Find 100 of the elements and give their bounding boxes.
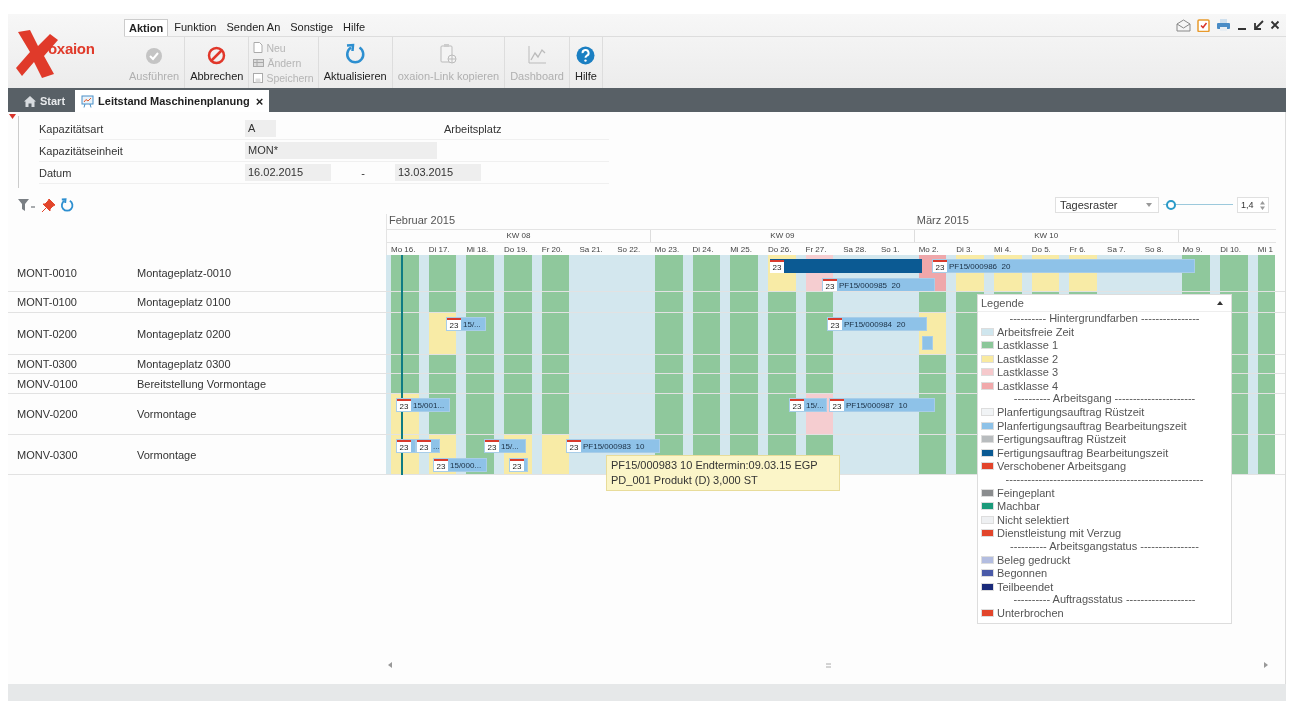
- legend-label: Arbeitsfreie Zeit: [997, 326, 1075, 339]
- task-label: PF15/000986 20: [948, 261, 1011, 271]
- day-header: Fr 20.: [540, 244, 564, 255]
- restore-icon[interactable]: [1253, 19, 1264, 31]
- resource-id: MONV-0300: [16, 448, 79, 461]
- tooltip-text: PD_001 Produkt (D) 3,000 ST: [611, 473, 759, 488]
- menu-tab[interactable]: Sonstige: [286, 19, 338, 36]
- legend-label: Planfertigungsauftrag Bearbeitungszeit: [997, 419, 1187, 432]
- month-label: Februar 2015: [389, 214, 456, 226]
- cancel-icon: [207, 46, 227, 65]
- refresh-icon[interactable]: [60, 198, 74, 212]
- day-header: Mi 1: [1256, 244, 1274, 255]
- legend-label: Feingeplant: [997, 486, 1055, 499]
- slider-handle[interactable]: [1166, 200, 1177, 210]
- month-label: März 2015: [916, 214, 969, 226]
- task-bar[interactable]: 23 PF15/000984 20: [827, 317, 927, 331]
- legend-label: Lastklasse 3: [997, 366, 1059, 379]
- day-header: Mo 2.: [917, 244, 940, 255]
- resource-name: Montageplatz 0300: [137, 358, 231, 370]
- task-bar[interactable]: 23 PF15/000986 20: [932, 259, 1195, 273]
- task-label: PF15/000985 20: [838, 280, 901, 290]
- table-edit-icon: [253, 57, 265, 68]
- resource-name: Montageplatz 0200: [137, 327, 231, 340]
- task-label: 15/000...: [449, 460, 482, 470]
- calendar-icon: 23: [485, 440, 499, 452]
- menu-tab[interactable]: Aktion: [124, 19, 169, 36]
- menu-tab[interactable]: Senden An: [222, 19, 285, 36]
- calendar-icon: 23: [434, 459, 448, 471]
- day-header: Mo 23.: [653, 244, 681, 255]
- filter-dropdown-icon[interactable]: [18, 198, 37, 212]
- checkmark-icon: [145, 47, 164, 65]
- task-bar[interactable]: 23 15/000...: [433, 458, 487, 472]
- scroll-right-icon[interactable]: [1264, 662, 1268, 668]
- day-header: Sa 21.: [578, 244, 604, 255]
- scroll-left-icon[interactable]: [388, 662, 392, 668]
- dropdown-caret-icon: [1146, 203, 1152, 207]
- day-header: So 22.: [616, 244, 642, 255]
- week-header: KW 08: [387, 230, 651, 242]
- document-tab[interactable]: Start: [18, 90, 72, 112]
- day-header: Sa 7.: [1106, 244, 1127, 255]
- mail-icon[interactable]: [1176, 18, 1191, 32]
- scroll-grip-icon[interactable]: [825, 662, 831, 668]
- close-icon[interactable]: [1270, 19, 1280, 31]
- task-label: 15/...: [500, 441, 519, 451]
- resource-name: Montageplatz-0010: [137, 267, 232, 279]
- clipboard-icon[interactable]: [1197, 18, 1210, 32]
- spinner-arrows-icon: [1260, 200, 1265, 210]
- resource-name: Vormontage: [137, 448, 197, 461]
- document-tab[interactable]: Leitstand Maschinenplanung ×: [75, 90, 270, 112]
- input-field[interactable]: MON*: [245, 142, 437, 159]
- line-chart-icon: [527, 45, 548, 65]
- legend-label: Dienstleistung mit Verzug: [997, 527, 1122, 539]
- task-bar[interactable]: 23 15/...: [484, 439, 526, 453]
- calendar-icon: 23: [397, 399, 411, 411]
- legend-label: Fertigungsauftrag Rüstzeit: [997, 433, 1126, 446]
- week-header: KW 09: [650, 230, 915, 242]
- field-label: Datum: [39, 166, 73, 179]
- zoom-spinner[interactable]: 1,4: [1237, 197, 1269, 213]
- task-bar[interactable]: 23: [396, 439, 416, 453]
- task-bar[interactable]: 23: [770, 259, 922, 273]
- task-label: 15/...: [805, 400, 824, 410]
- task-bar[interactable]: 23 PF15/000983 10: [566, 439, 660, 453]
- legend-label: Lastklasse 1: [997, 339, 1059, 352]
- menu-tab[interactable]: Hilfe: [339, 19, 370, 36]
- clipboard-globe-icon: [439, 43, 458, 65]
- calendar-icon: 23: [823, 279, 837, 291]
- legend-heading: ---------- Arbeitsgangstatus ----------------: [1009, 539, 1200, 554]
- legend-heading: ---------- Auftragsstatus -------------------: [1012, 593, 1197, 607]
- legend-label: Machbar: [997, 500, 1040, 513]
- close-tab-button[interactable]: ×: [255, 93, 264, 109]
- resource-id: MONT-0300: [16, 358, 78, 370]
- menu-tab[interactable]: Funktion: [170, 19, 221, 36]
- date-field[interactable]: 16.02.2015: [245, 164, 331, 181]
- collapse-icon[interactable]: [1217, 301, 1223, 305]
- input-field[interactable]: A: [245, 120, 276, 137]
- task-bar[interactable]: 23 15/...: [446, 317, 486, 331]
- printer-icon[interactable]: [1216, 18, 1231, 32]
- task-bar[interactable]: 23 15/001...: [396, 398, 450, 412]
- task-bar[interactable]: 23 PF15/000987 10: [829, 398, 935, 412]
- zoom-slider[interactable]: [1163, 200, 1233, 210]
- task-bar[interactable]: 23 15/...: [789, 398, 827, 412]
- day-header: Di 3.: [955, 244, 974, 255]
- field-label: Kapazitätsart: [39, 122, 105, 135]
- legend-heading: ---------- Arbeitsgang ----------------------: [1012, 392, 1197, 406]
- date-field[interactable]: 13.03.2015: [395, 164, 481, 181]
- resource-id: MONV-0100: [16, 377, 79, 390]
- refresh-icon: [344, 43, 367, 65]
- legend-label: Unterbrochen: [997, 607, 1064, 620]
- raster-dropdown[interactable]: Tagesraster: [1055, 197, 1159, 213]
- new-document-icon: [253, 42, 264, 53]
- task-bar[interactable]: 23: [509, 458, 528, 472]
- task-bar[interactable]: 23 ...: [416, 439, 440, 453]
- day-header: Fr 27.: [804, 244, 828, 255]
- day-header: So 8.: [1143, 244, 1165, 255]
- day-header: Do 26.: [766, 244, 793, 255]
- day-header: Sa 28.: [842, 244, 868, 255]
- task-bar[interactable]: 23 PF15/000985 20: [822, 278, 935, 291]
- pin-icon[interactable]: [42, 198, 55, 212]
- legend-label: Begonnen: [997, 567, 1048, 580]
- legend-heading: ------------------------------------------------------: [1004, 472, 1205, 487]
